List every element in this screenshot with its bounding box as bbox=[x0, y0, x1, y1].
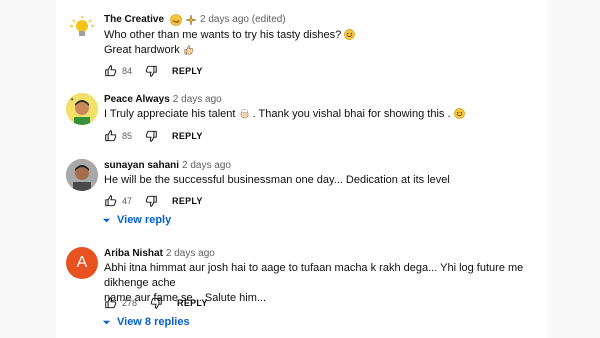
comment-actions: 84 REPLY bbox=[104, 63, 203, 79]
comment-header: Ariba Nishat 2 days ago bbox=[104, 247, 215, 260]
comment-author[interactable]: sunayan sahani bbox=[104, 159, 179, 172]
comment-line: He will be the successful businessman on… bbox=[104, 174, 450, 186]
like-count: 278 bbox=[122, 298, 138, 308]
dislike-icon[interactable] bbox=[144, 194, 158, 208]
like-icon[interactable] bbox=[104, 296, 118, 310]
comment-header: Peace Always 2 days ago bbox=[104, 93, 222, 106]
comment-timestamp[interactable]: 2 days ago bbox=[182, 159, 231, 172]
thumbs-up-emoji-icon bbox=[184, 45, 193, 55]
smile-emoji-icon bbox=[344, 29, 356, 40]
comment-timestamp[interactable]: 2 days ago bbox=[173, 93, 222, 106]
comment-line: Abhi itna himmat aur josh hai to aage to… bbox=[104, 262, 524, 289]
view-replies-label: View 8 replies bbox=[117, 316, 190, 328]
comment-text: I Truly appreciate his talent . Thank yo… bbox=[104, 107, 534, 122]
avatar[interactable]: ✦ bbox=[66, 93, 98, 125]
like-icon[interactable] bbox=[104, 129, 118, 143]
chef-emoji-icon bbox=[240, 109, 248, 119]
dislike-icon[interactable] bbox=[149, 296, 163, 310]
like-count: 84 bbox=[122, 66, 133, 76]
reply-button[interactable]: REPLY bbox=[177, 298, 208, 308]
smile-emoji-icon bbox=[453, 108, 465, 119]
like-count: 47 bbox=[122, 196, 133, 206]
reply-button[interactable]: REPLY bbox=[172, 66, 203, 76]
avatar-letter: A bbox=[76, 254, 88, 271]
avatar[interactable] bbox=[66, 13, 98, 45]
comment-text: Who other than me wants to try his tasty… bbox=[104, 28, 534, 58]
chevron-down-icon bbox=[102, 218, 111, 222]
comment-author[interactable]: Peace Always bbox=[104, 93, 170, 106]
sparkles-icon bbox=[185, 14, 197, 25]
dislike-icon[interactable] bbox=[144, 64, 158, 78]
comments-panel: The Creative 2 days ago (edited) Who oth… bbox=[56, 0, 547, 338]
comment-timestamp[interactable]: 2 days ago (edited) bbox=[200, 13, 286, 26]
comment-actions: 47 REPLY bbox=[104, 193, 203, 209]
reply-button[interactable]: REPLY bbox=[172, 131, 203, 141]
yum-face-icon bbox=[170, 13, 182, 26]
comment-author[interactable]: Ariba Nishat bbox=[104, 247, 163, 260]
comment-author[interactable]: The Creative bbox=[104, 13, 164, 26]
comment-line: I Truly appreciate his talent bbox=[104, 108, 236, 120]
view-replies-label: View reply bbox=[117, 214, 172, 226]
like-icon[interactable] bbox=[104, 194, 118, 208]
comment-line: Great hardwork bbox=[104, 44, 180, 56]
svg-text:✦: ✦ bbox=[70, 97, 74, 103]
comment-header: sunayan sahani 2 days ago bbox=[104, 159, 231, 172]
like-icon[interactable] bbox=[104, 64, 118, 78]
lightbulb-icon bbox=[66, 13, 98, 45]
view-replies-button[interactable]: View 8 replies bbox=[102, 316, 190, 328]
comment-actions: 85 REPLY bbox=[104, 128, 203, 144]
person-avatar-icon: ✦ bbox=[66, 93, 98, 125]
avatar[interactable] bbox=[66, 159, 98, 191]
chevron-down-icon bbox=[102, 320, 111, 324]
comment-text: He will be the successful businessman on… bbox=[104, 173, 534, 188]
comment-line: Who other than me wants to try his tasty… bbox=[104, 29, 342, 41]
reply-button[interactable]: REPLY bbox=[172, 196, 203, 206]
comment-line: . Thank you vishal bhai for showing this… bbox=[252, 108, 451, 120]
avatar[interactable]: A bbox=[66, 247, 98, 279]
comment-timestamp[interactable]: 2 days ago bbox=[166, 247, 215, 260]
person-avatar-icon bbox=[66, 159, 98, 191]
comment-actions: 278 REPLY bbox=[104, 295, 208, 311]
comment-header: The Creative 2 days ago (edited) bbox=[104, 13, 286, 26]
view-replies-button[interactable]: View reply bbox=[102, 214, 171, 226]
dislike-icon[interactable] bbox=[144, 129, 158, 143]
like-count: 85 bbox=[122, 131, 133, 141]
